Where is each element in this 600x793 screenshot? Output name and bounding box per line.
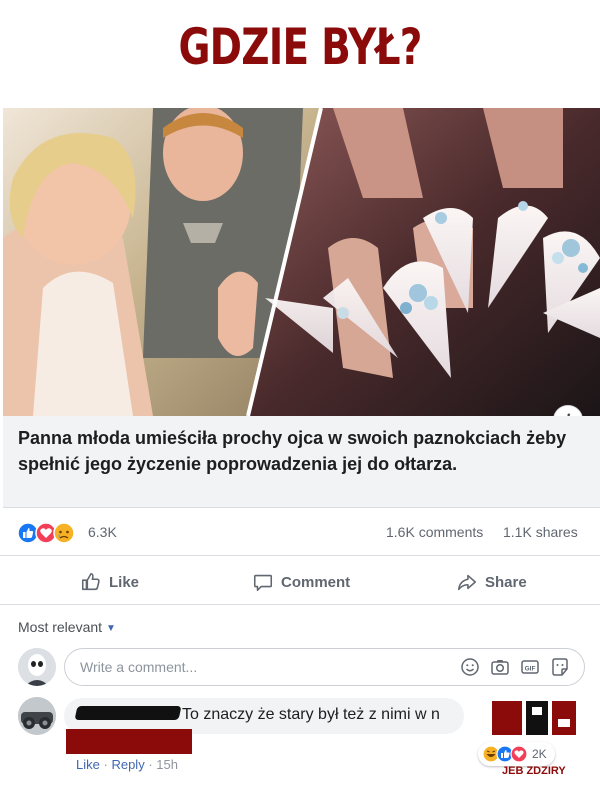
gif-icon[interactable]: GIF [520,657,540,677]
reactions-summary: 6.3K 1.6K comments 1.1K shares [0,508,600,556]
comment-like-link[interactable]: Like [76,757,100,772]
love-icon [510,745,528,763]
caret-down-icon: ▼ [106,623,116,634]
comment-reply-link[interactable]: Reply [111,757,144,772]
comment-input[interactable]: Write a comment... GIF [64,648,585,686]
emoji-icon[interactable] [460,657,480,677]
meme-title: GDZIE BYŁ? [178,18,422,76]
watermark: JEB ZDZIRY [502,765,566,777]
meta-separator: · [103,757,108,772]
reaction-icons[interactable] [17,522,87,544]
post-actions: Like Comment Share [0,557,600,605]
meta-separator: · [148,757,153,772]
post-photo[interactable] [3,108,600,416]
camera-icon[interactable] [490,657,510,677]
reaction-count[interactable]: 6.3K [88,524,117,540]
comment-button[interactable]: Comment [252,570,350,594]
comment-input-placeholder: Write a comment... [80,659,198,675]
redaction-box [66,729,192,754]
like-icon [17,522,39,544]
comment-label: Comment [281,573,351,591]
redacted-commenter-name [74,706,182,720]
comment-icon [253,574,273,592]
comment-reaction-icons [482,745,528,763]
like-label: Like [109,573,140,591]
sticker-icon[interactable] [550,657,570,677]
caption-text: Panna młoda umieściła prochy ojca w swoi… [18,428,567,474]
svg-text:GIF: GIF [525,665,536,672]
comment-sort-dropdown[interactable]: Most relevant ▼ [18,619,116,635]
jeb-logo-overlay [492,701,576,735]
nails-photo [3,108,600,416]
current-user-avatar[interactable] [18,648,56,686]
commenter-avatar[interactable] [18,697,56,735]
thumbs-up-icon [81,572,100,591]
like-button[interactable]: Like [80,570,139,594]
share-label: Share [485,573,527,591]
comments-count[interactable]: 1.6K comments [386,524,483,540]
comment-text: To znaczy że stary był też z nimi w n [182,706,440,723]
sad-icon [53,522,75,544]
link-preview-caption[interactable]: Panna młoda umieściła prochy ojca w swoi… [3,416,600,508]
comment-meta: Like · Reply · 15h [76,757,178,772]
love-icon [35,522,57,544]
sort-label: Most relevant [18,619,103,635]
comment-timestamp[interactable]: 15h [156,757,178,772]
share-button[interactable]: Share [456,570,527,594]
comment-reaction-count: 2K [532,747,547,761]
shares-count[interactable]: 1.1K shares [503,524,578,540]
share-icon [457,574,477,591]
comment-reactions[interactable]: 2K [478,742,555,766]
